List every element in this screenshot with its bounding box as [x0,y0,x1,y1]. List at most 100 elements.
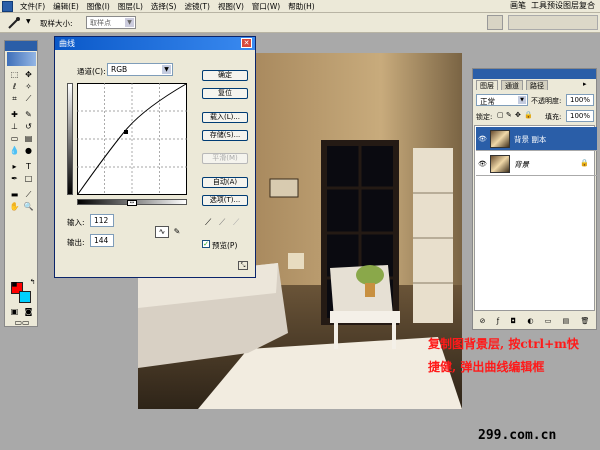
pencil-mode-icon[interactable]: ✎ [171,226,183,238]
eraser-tool-icon[interactable]: ▭ [8,133,21,144]
save-button[interactable]: 存储(S)... [202,130,248,141]
tab-layers[interactable]: 图层 [476,80,498,90]
menu-layer[interactable]: 图层(L) [114,1,147,12]
menu-window[interactable]: 窗口(W) [248,1,284,12]
curve-control-point[interactable] [124,130,128,134]
new-group-icon[interactable]: ▭ [545,317,552,329]
gray-eyedropper-icon[interactable]: ⟋ [219,217,231,229]
well-tab-brushes[interactable]: 画笔 [510,0,526,11]
opacity-field[interactable]: 100% [566,94,594,106]
white-eyedropper-icon[interactable]: ⟋ [233,217,245,229]
output-field[interactable]: 144 [90,234,114,247]
input-field[interactable]: 112 [90,214,114,227]
quick-mask-mode-icon[interactable]: ◙ [22,306,35,317]
healing-brush-tool-icon[interactable]: ✚ [8,109,21,120]
instruction-text-line-2: 捷健, 弹出曲线编辑框 [428,360,545,374]
menu-edit[interactable]: 编辑(E) [49,1,83,12]
options-button[interactable]: 选项(T)... [202,195,248,206]
pen-tool-icon[interactable]: ✒ [8,173,21,184]
menu-select[interactable]: 选择(S) [147,1,181,12]
layer-row-background-copy[interactable]: 👁 背景 副本 [476,127,597,151]
adjustment-layer-icon[interactable]: ◐ [527,317,533,329]
expand-dialog-icon[interactable]: ⤡ [238,261,248,270]
move-tool-icon[interactable]: ✥ [22,69,35,80]
eyedropper-tool-icon[interactable] [6,16,22,30]
ok-button[interactable]: 确定 [202,70,248,81]
reset-button[interactable]: 复位 [202,88,248,99]
sample-size-select[interactable]: 取样点 ▼ [86,16,136,29]
layers-list: 👁 背景 副本 👁 背景 🔒 [474,125,597,311]
blend-mode-select[interactable]: 正常 ▼ [476,94,528,106]
photoshop-app-icon[interactable] [2,0,13,12]
well-tab-layer-comps[interactable]: 图层复合 [563,0,595,11]
lock-position-icon[interactable]: ✥ [515,111,521,119]
background-color-swatch[interactable] [19,291,31,303]
tab-channels[interactable]: 通道 [501,80,523,90]
white-shelf [413,148,453,323]
toolbox-header[interactable] [5,41,37,51]
curve-graph[interactable] [77,83,187,195]
marquee-tool-icon[interactable]: ⬚ [8,69,21,80]
menu-filter[interactable]: 滤镜(T) [181,1,214,12]
smooth-button[interactable]: 平滑(M) [202,153,248,164]
default-colors-icon[interactable]: ■ [8,279,21,290]
zoom-tool-icon[interactable]: 🔍 [22,201,35,212]
lock-transparency-icon[interactable]: ▢ [497,111,504,119]
input-label: 输入: [67,218,85,227]
slice-tool-icon[interactable]: ⟋ [22,93,35,104]
hand-tool-icon[interactable]: ✋ [8,201,21,212]
menu-file[interactable]: 文件(F) [16,1,49,12]
magic-wand-tool-icon[interactable]: ✧ [22,81,35,92]
menu-image[interactable]: 图像(I) [83,1,114,12]
blur-tool-icon[interactable]: 💧 [8,145,21,156]
stamp-tool-icon[interactable]: ⊥ [8,121,21,132]
close-icon[interactable]: ✕ [241,38,252,48]
menu-view[interactable]: 视图(V) [214,1,248,12]
curve-mode-icon[interactable]: ∿ [155,226,169,238]
visibility-eye-icon[interactable]: 👁 [478,135,487,143]
shape-tool-icon[interactable]: □ [22,173,35,184]
history-brush-tool-icon[interactable]: ↺ [22,121,35,132]
black-eyedropper-icon[interactable]: ⟋ [205,217,217,229]
tab-paths[interactable]: 路径 [526,80,548,90]
palette-menu-icon[interactable]: ▸ [583,80,587,88]
preview-checkbox[interactable]: ✓ [202,240,210,248]
notes-tool-icon[interactable]: ▬ [8,189,21,200]
layer-row-background[interactable]: 👁 背景 🔒 [476,152,597,176]
channel-select[interactable]: RGB ▼ [107,63,173,76]
visibility-eye-icon[interactable]: 👁 [478,160,487,168]
lock-icon: 🔒 [580,159,589,167]
dodge-tool-icon[interactable]: ● [22,145,35,156]
load-button[interactable]: 载入(L)... [202,112,248,123]
layer-mask-icon[interactable]: ◘ [511,317,517,329]
auto-button[interactable]: 自动(A) [202,177,248,188]
trash-icon[interactable]: 🗑 [580,317,589,329]
screen-mode-icon[interactable]: ▭▭ [8,317,36,328]
gradient-tool-icon[interactable]: ▤ [22,133,35,144]
well-tab-tool-presets[interactable]: 工具预设 [531,0,563,11]
adobe-feather-logo[interactable] [7,52,36,66]
link-layers-icon[interactable]: ⊘ [480,317,486,329]
watermark: 299.com.cn [478,428,557,443]
curves-dialog-title: 曲线 [55,37,255,50]
layer-style-icon[interactable]: ƒ [497,317,499,329]
palette-well-toggle-button[interactable] [487,15,503,30]
eyedropper-tool-icon[interactable]: ⟋ [22,189,35,200]
gradient-direction-toggle-icon[interactable]: ↔ [127,200,137,206]
path-select-tool-icon[interactable]: ▸ [8,161,21,172]
lock-all-icon[interactable]: 🔒 [524,111,533,119]
crop-tool-icon[interactable]: ⌗ [8,93,21,104]
lock-pixels-icon[interactable]: ✎ [506,111,512,119]
lasso-tool-icon[interactable]: ℓ [8,81,21,92]
layer-thumbnail [490,130,510,148]
tool-preset-arrow-icon[interactable]: ▼ [26,18,31,25]
new-layer-icon[interactable]: ▤ [563,317,570,329]
swap-colors-icon[interactable]: ↰ [26,277,39,288]
menu-help[interactable]: 帮助(H) [284,1,319,12]
layers-palette-header[interactable] [473,69,596,79]
type-tool-icon[interactable]: T [22,161,35,172]
fill-field[interactable]: 100% [566,110,594,122]
chevron-down-icon: ▼ [125,18,134,27]
brush-tool-icon[interactable]: ✎ [22,109,35,120]
standard-mode-icon[interactable]: ▣ [8,306,21,317]
